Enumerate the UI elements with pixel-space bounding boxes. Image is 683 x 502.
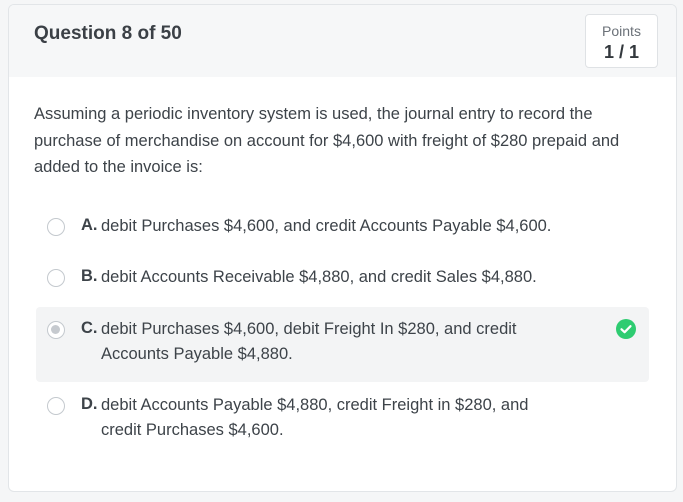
radio-button[interactable] [47, 269, 65, 287]
radio-button[interactable] [47, 397, 65, 415]
option-letter: D. [81, 395, 98, 413]
option-letter: B. [81, 267, 98, 285]
question-text: Assuming a periodic inventory system is … [34, 105, 620, 176]
answer-option-c[interactable]: C. debit Purchases $4,600, debit Freight… [36, 307, 649, 382]
answer-option-b[interactable]: B. debit Accounts Receivable $4,880, and… [36, 263, 649, 293]
option-text: debit Accounts Payable $4,880, credit Fr… [101, 396, 529, 439]
points-label: Points [602, 23, 641, 39]
option-text: debit Purchases $4,600, and credit Accou… [101, 217, 552, 235]
option-text: debit Purchases $4,600, debit Freight In… [101, 320, 517, 363]
radio-button[interactable] [47, 218, 65, 236]
question-number-title: Question 8 of 50 [34, 23, 182, 44]
check-circle-icon [616, 319, 636, 339]
option-text: debit Accounts Receivable $4,880, and cr… [101, 268, 537, 286]
option-letter: C. [81, 319, 98, 337]
points-value: 1 / 1 [603, 42, 640, 62]
question-card: Question 8 of 50 Points 1 / 1 Assuming a… [8, 4, 677, 492]
answer-option-a[interactable]: A. debit Purchases $4,600, and credit Ac… [36, 212, 649, 242]
option-letter: A. [81, 216, 98, 234]
question-header: Question 8 of 50 Points 1 / 1 [9, 5, 676, 77]
points-box: Points 1 / 1 [585, 14, 658, 68]
answer-option-d[interactable]: D. debit Accounts Payable $4,880, credit… [36, 391, 649, 447]
radio-button-selected[interactable] [47, 321, 65, 339]
